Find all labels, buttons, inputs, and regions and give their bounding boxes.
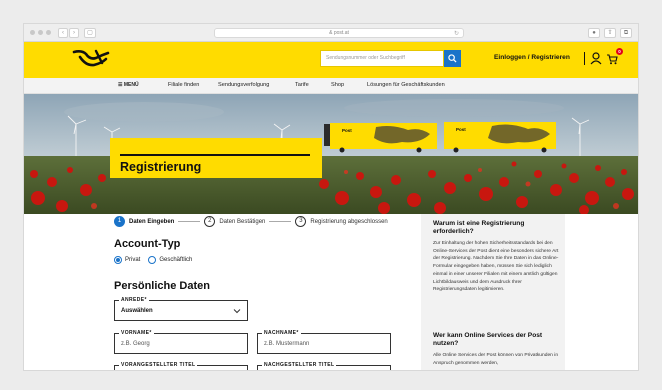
user-icon[interactable] xyxy=(590,52,602,70)
nav-item-tarife[interactable]: Tarife xyxy=(295,82,309,88)
reload-icon[interactable]: ↻ xyxy=(454,30,459,39)
close-window-button[interactable] xyxy=(30,30,35,35)
step-connector xyxy=(178,221,201,222)
main-navigation: ☰ MENÜ Filiale finden Sendungsverfolgung… xyxy=(24,78,638,94)
nachtitel-field[interactable]: NACHGESTELLTER TITEL xyxy=(257,362,391,370)
registration-title-rule xyxy=(120,154,310,156)
vorname-field[interactable]: VORNAME* z.B. Georg xyxy=(114,330,248,354)
step-2-indicator: 2 xyxy=(204,216,216,227)
chevron-down-icon xyxy=(233,309,241,314)
radio-business-label[interactable]: Geschäftlich xyxy=(159,257,192,263)
sidebar-text-why: Zur Einhaltung der hohen Sicherheitsstan… xyxy=(433,241,559,293)
step-connector xyxy=(269,221,292,222)
personal-data-heading: Persönliche Daten xyxy=(114,280,210,292)
search-input[interactable]: Sendungsnummer oder Suchbegriff xyxy=(320,50,444,67)
sidebar-heading-why: Warum ist eine Registrierung erforderlic… xyxy=(433,220,525,236)
nachname-field[interactable]: NACHNAME* z.B. Mustermann xyxy=(257,330,391,354)
nav-item-shop[interactable]: Shop xyxy=(331,82,344,88)
anrede-select[interactable]: ANREDE* Auswählen xyxy=(114,297,248,321)
cart-count-badge: 0 xyxy=(616,48,623,55)
nav-menu[interactable]: ☰ MENÜ xyxy=(118,82,139,88)
post-logo[interactable] xyxy=(72,48,112,75)
step-1-indicator: 1 xyxy=(114,216,125,227)
anrede-label: ANREDE* xyxy=(119,297,149,303)
search-button[interactable] xyxy=(444,50,461,67)
nav-menu-label: MENÜ xyxy=(123,82,139,88)
vorname-placeholder: z.B. Georg xyxy=(121,341,150,347)
login-register-link[interactable]: Einloggen / Registrieren xyxy=(494,54,570,61)
account-type-heading: Account-Typ xyxy=(114,238,181,250)
search-placeholder: Sendungsnummer oder Suchbegriff xyxy=(326,55,405,61)
address-bar[interactable]: & post.at ↻ xyxy=(214,28,464,38)
site-header: Sendungsnummer oder Suchbegriff Einlogge… xyxy=(24,42,638,78)
step-3-label: Registrierung abgeschlossen xyxy=(310,218,388,225)
truck-label-1: Post xyxy=(342,128,352,133)
maximize-window-button[interactable] xyxy=(46,30,51,35)
radio-private-label[interactable]: Privat xyxy=(125,257,140,263)
nav-item-sendungsverfolgung[interactable]: Sendungsverfolgung xyxy=(218,82,269,88)
vortitel-label: VORANGESTELLTER TITEL xyxy=(119,362,198,368)
nav-item-filiale-finden[interactable]: Filiale finden xyxy=(168,82,199,88)
header-divider xyxy=(584,52,585,65)
account-type-options: Privat Geschäftlich xyxy=(114,256,192,264)
step-3-indicator: 3 xyxy=(295,216,307,227)
registration-steps: 1 Daten Eingeben 2 Daten Bestätigen 3 Re… xyxy=(114,216,388,227)
anrede-value: Auswählen xyxy=(121,308,153,314)
step-2-label: Daten Bestätigen xyxy=(219,218,266,225)
radio-business[interactable] xyxy=(148,256,157,264)
share-button[interactable]: ⇧ xyxy=(604,28,616,38)
vorname-label: VORNAME* xyxy=(119,330,154,336)
forward-button[interactable]: › xyxy=(69,28,79,38)
search-icon xyxy=(448,54,457,63)
nachname-label: NACHNAME* xyxy=(262,330,301,336)
cart-icon[interactable] xyxy=(606,52,618,70)
minimize-window-button[interactable] xyxy=(38,30,43,35)
browser-toolbar: ‹ › ▢ & post.at ↻ ● ⇧ ⧉ xyxy=(24,24,638,42)
downloads-button[interactable]: ● xyxy=(588,28,600,38)
address-bar-url: & post.at xyxy=(329,30,349,36)
nachtitel-label: NACHGESTELLTER TITEL xyxy=(262,362,337,368)
truck-label-2: Post xyxy=(456,127,466,132)
sidebar-toggle-button[interactable]: ▢ xyxy=(84,28,96,38)
tabs-overview-button[interactable]: ⧉ xyxy=(620,28,632,38)
window-controls xyxy=(30,30,51,35)
nav-item-geschaeftskunden[interactable]: Lösungen für Geschäftskunden xyxy=(367,82,445,88)
browser-window: ‹ › ▢ & post.at ↻ ● ⇧ ⧉ Sendungsnummer o… xyxy=(24,24,638,370)
sidebar-heading-who: Wer kann Online Services der Post nutzen… xyxy=(433,332,543,348)
back-button[interactable]: ‹ xyxy=(58,28,68,38)
vortitel-field[interactable]: VORANGESTELLTER TITEL xyxy=(114,362,248,370)
nachname-placeholder: z.B. Mustermann xyxy=(264,341,310,347)
step-1-label: Daten Eingeben xyxy=(129,218,175,225)
hamburger-icon: ☰ xyxy=(118,82,123,88)
page-title: Registrierung xyxy=(120,160,202,174)
browser-actions: ● ⇧ ⧉ xyxy=(588,28,632,38)
radio-private[interactable] xyxy=(114,256,122,264)
sidebar-text-who: Alle Online Services der Post können von… xyxy=(433,353,559,366)
